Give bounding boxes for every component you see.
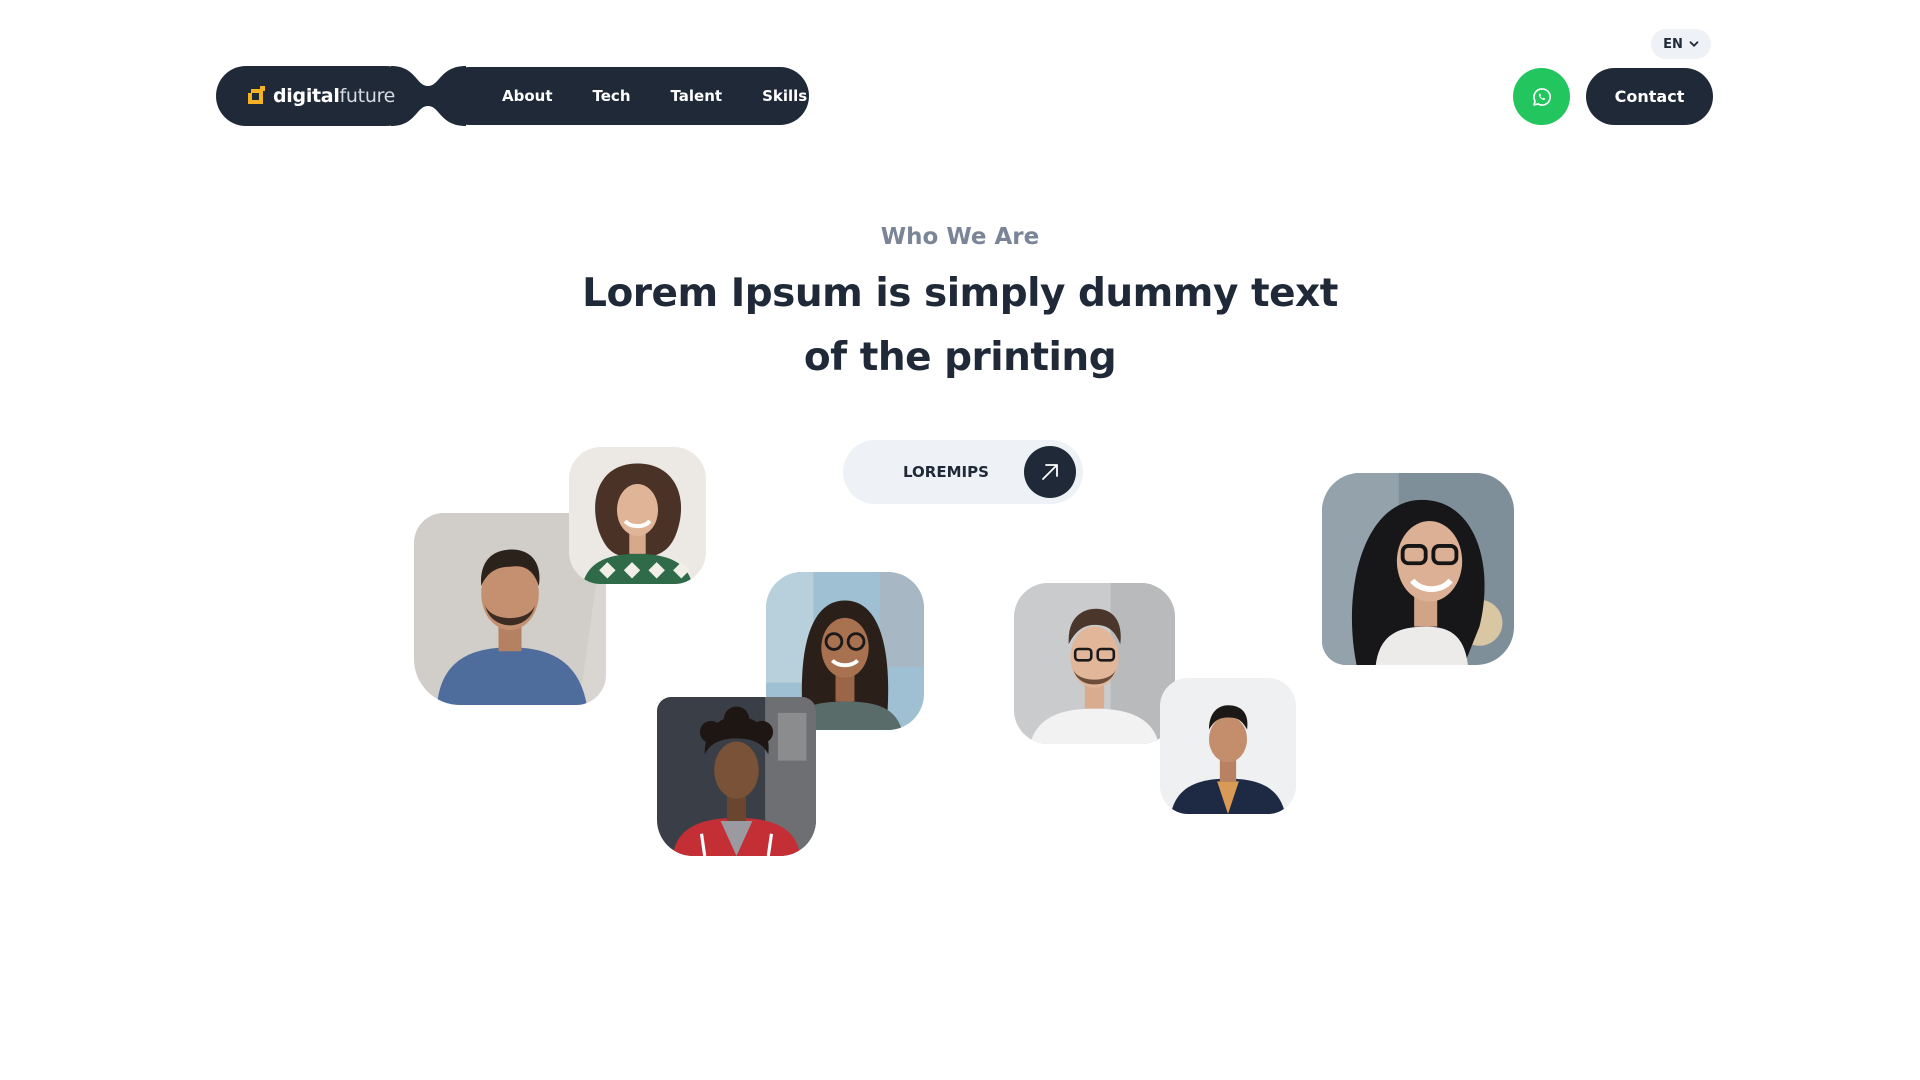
nav-link-talent[interactable]: Talent <box>651 66 743 126</box>
nav-links: About Tech Talent Skills <box>482 66 827 126</box>
chevron-down-icon <box>1689 41 1699 47</box>
brand-logo[interactable]: digitalfuture <box>246 66 395 126</box>
nav-link-about[interactable]: About <box>482 66 573 126</box>
team-photo-man-glasses <box>1014 583 1175 744</box>
language-label: EN <box>1663 36 1683 52</box>
cta-label: LOREMIPS <box>903 463 989 481</box>
whatsapp-button[interactable] <box>1513 68 1570 125</box>
team-photo-woman-curly-hair <box>569 447 706 584</box>
arrow-up-right-icon <box>1024 446 1076 498</box>
main-navbar: digitalfuture About Tech Talent Skills <box>216 66 809 126</box>
whatsapp-icon <box>1532 87 1551 106</box>
nav-link-tech[interactable]: Tech <box>573 66 651 126</box>
section-eyebrow: Who We Are <box>880 224 1040 250</box>
team-photo-man-red-jacket <box>657 697 816 856</box>
nav-link-skills[interactable]: Skills <box>742 66 827 126</box>
logo-wordmark: digitalfuture <box>273 85 396 107</box>
team-photo-woman-black-glasses <box>1322 473 1514 665</box>
hero-headline: Lorem Ipsum is simply dummy text of the … <box>582 271 1338 380</box>
logo-mark-icon <box>248 86 265 104</box>
contact-button[interactable]: Contact <box>1586 68 1713 125</box>
loremips-cta-button[interactable]: LOREMIPS <box>843 440 1083 504</box>
team-photo-man-navy-blazer <box>1160 678 1296 814</box>
language-selector[interactable]: EN <box>1651 29 1711 59</box>
